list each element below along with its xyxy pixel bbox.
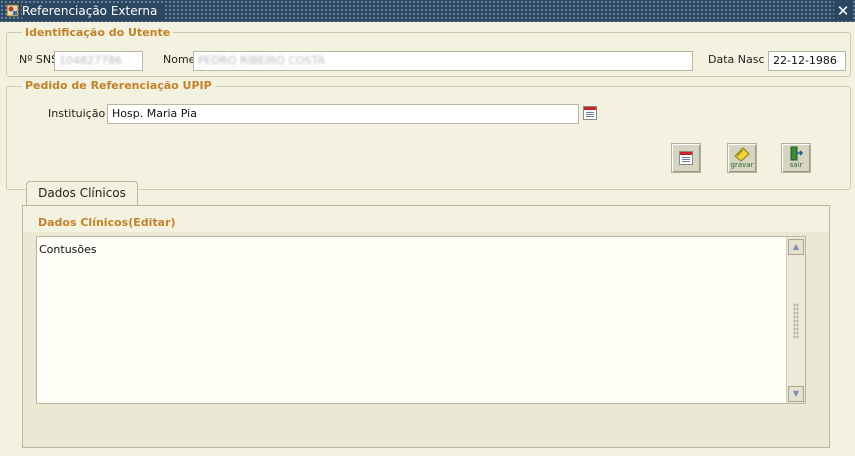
scroll-down-icon[interactable]: ▼ — [788, 386, 804, 402]
close-icon[interactable]: ✕ — [834, 1, 852, 21]
list-values-icon[interactable] — [583, 106, 597, 120]
scroll-grip[interactable] — [793, 303, 799, 339]
window-title: Referenciação Externa — [22, 3, 164, 19]
nome-field[interactable]: PEDRO RIBEIRO COSTA — [193, 51, 693, 71]
identificacao-legend: Identificação do Utente — [22, 26, 174, 39]
data-nasc-label: Data Nasc — [708, 53, 765, 66]
dados-clinicos-text: Contusões — [39, 243, 97, 256]
gravar-label: gravar — [730, 161, 754, 169]
sair-button[interactable]: sair — [781, 143, 811, 173]
dados-clinicos-title: Dados Clínicos(Editar) — [38, 216, 176, 229]
pedido-group — [6, 86, 851, 190]
list-values-icon — [679, 151, 693, 165]
window-titlebar: Referenciação Externa ✕ — [0, 0, 855, 22]
sns-label: Nº SNS — [19, 53, 59, 66]
scroll-up-icon[interactable]: ▲ — [788, 239, 804, 255]
exit-door-icon — [790, 146, 804, 161]
instituicao-field[interactable]: Hosp. Maria Pia — [107, 104, 579, 124]
vertical-scrollbar[interactable]: ▲ ▼ — [786, 237, 805, 403]
list-values-button[interactable] — [671, 143, 701, 173]
app-icon — [6, 4, 19, 17]
sns-field[interactable]: 104827786 — [54, 51, 143, 71]
dados-clinicos-textarea[interactable]: Contusões — [36, 236, 806, 404]
pedido-legend: Pedido de Referenciação UPIP — [22, 79, 215, 92]
save-icon — [734, 147, 750, 162]
gravar-button[interactable]: gravar — [727, 143, 757, 173]
sair-label: sair — [789, 161, 803, 169]
sns-value: 104827786 — [59, 54, 122, 67]
nome-label: Nome — [163, 53, 196, 66]
nome-value: PEDRO RIBEIRO COSTA — [198, 54, 325, 67]
data-nasc-field[interactable]: 22-12-1986 — [768, 51, 846, 71]
tab-dados-clinicos[interactable]: Dados Clínicos — [26, 181, 138, 205]
instituicao-label: Instituição — [48, 107, 106, 120]
